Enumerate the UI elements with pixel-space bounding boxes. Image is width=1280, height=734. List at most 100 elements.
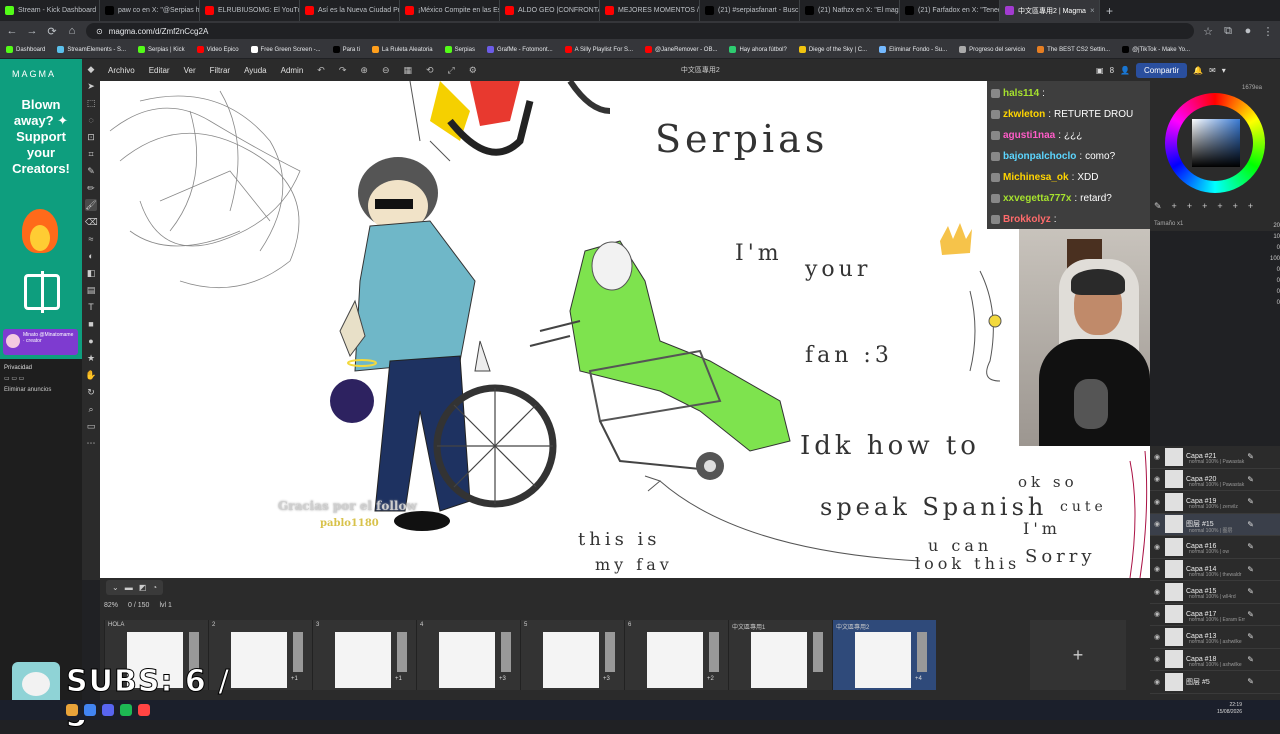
bookmark-item[interactable]: Para ti bbox=[332, 46, 360, 53]
brush-tool-icon[interactable]: 🖌 bbox=[85, 199, 97, 211]
browser-tab[interactable]: ¡México Compite en las Es× bbox=[400, 0, 500, 21]
layer-row[interactable]: ◉ Capa #13 normal 100% | ashwilke ✎ bbox=[1150, 626, 1280, 649]
bookmark-item[interactable]: Free Green Screen -... bbox=[250, 46, 321, 53]
forward-icon[interactable]: → bbox=[26, 25, 38, 37]
browser-tab[interactable]: Así es la Nueva Ciudad Pr× bbox=[300, 0, 400, 21]
layer-row[interactable]: ◉ Capa #20 normal 100% | Pawastak ✎ bbox=[1150, 469, 1280, 491]
crop-tool-icon[interactable]: ⌗ bbox=[85, 148, 97, 160]
browser-tab[interactable]: MEJORES MOMENTOS /8/× bbox=[600, 0, 700, 21]
grid-icon[interactable]: ▦ bbox=[403, 65, 412, 76]
page-thumbnail[interactable]: 中文區專用1 bbox=[728, 620, 832, 690]
profile-icon[interactable]: ● bbox=[1242, 25, 1254, 37]
zoom-in-icon[interactable]: ⊕ bbox=[360, 65, 368, 76]
ad-banner[interactable]: MAGMA Blown away? ✦ Support your Creator… bbox=[0, 59, 82, 359]
fill-tool-icon[interactable]: ◧ bbox=[85, 267, 97, 279]
chat-bubble-icon[interactable]: ▬ bbox=[125, 583, 133, 592]
settings-icon[interactable]: ⚙ bbox=[469, 65, 477, 76]
layer-row[interactable]: ◉ Capa #18 normal 100% | ashwilke ✎ bbox=[1150, 649, 1280, 671]
shape-tool-icon[interactable]: ■ bbox=[85, 318, 97, 330]
visibility-eye-icon[interactable]: ◉ bbox=[1154, 453, 1162, 461]
bookmark-item[interactable]: The BEST CS2 Settin... bbox=[1037, 46, 1110, 53]
menu-archivo[interactable]: Archivo bbox=[108, 66, 135, 75]
visibility-eye-icon[interactable]: ◉ bbox=[1154, 543, 1162, 551]
url-field[interactable]: ⊙ magma.com/d/Zmf2nCcg2A bbox=[86, 23, 1194, 39]
hand-tool-icon[interactable]: ✋ bbox=[85, 369, 97, 381]
browser-tab[interactable]: (21) Farfadox en X: "Tened× bbox=[900, 0, 1000, 21]
hex-value[interactable]: 1679ea bbox=[1242, 85, 1262, 91]
browser-tab[interactable]: ELRUBIUSOMG: El YouTub× bbox=[200, 0, 300, 21]
smudge-tool-icon[interactable]: ≈ bbox=[85, 233, 97, 245]
remove-ads-link[interactable]: Eliminar anuncios bbox=[4, 387, 51, 393]
creator-card[interactable]: Minato @Minatomame · creator bbox=[3, 329, 78, 355]
menu-admin[interactable]: Admin bbox=[281, 66, 304, 75]
layer-row[interactable]: ◉ Capa #19 normal 100% | zenvilz ✎ bbox=[1150, 491, 1280, 514]
eyedropper-icon[interactable]: ✎ bbox=[85, 165, 97, 177]
visibility-eye-icon[interactable]: ◉ bbox=[1154, 498, 1162, 506]
taskbar-chrome-icon[interactable] bbox=[84, 704, 96, 716]
visibility-eye-icon[interactable]: ◉ bbox=[1154, 655, 1162, 663]
page-thumbnail[interactable]: 4 +3 bbox=[416, 620, 520, 690]
zoom-tool-icon[interactable]: ⌕ bbox=[85, 403, 97, 415]
circle-tool-icon[interactable]: ● bbox=[85, 335, 97, 347]
share-button[interactable]: Compartir bbox=[1135, 62, 1188, 78]
taskbar-discord-icon[interactable] bbox=[102, 704, 114, 716]
home-icon[interactable]: ⌂ bbox=[66, 25, 78, 37]
more-tools-icon[interactable]: ⋯ bbox=[85, 437, 97, 449]
browser-tab[interactable]: Stream - Kick Dashboard× bbox=[0, 0, 100, 21]
visibility-eye-icon[interactable]: ◉ bbox=[1154, 633, 1162, 641]
brush-preset-icon[interactable]: ✎ bbox=[1154, 201, 1162, 212]
animation-icon[interactable]: ◩ bbox=[139, 583, 147, 592]
bookmark-item[interactable]: GrafMe - Fotomont... bbox=[486, 46, 553, 53]
add-icon[interactable]: + bbox=[1202, 201, 1207, 212]
zoom-out-icon[interactable]: ⊖ bbox=[382, 65, 390, 76]
magma-menu-icon[interactable]: ◆ bbox=[85, 63, 97, 75]
layer-row[interactable]: ◉ Capa #21 normal 100% | Pawastak ✎ bbox=[1150, 446, 1280, 469]
bookmark-item[interactable]: @jTikTok - Make Yo... bbox=[1122, 46, 1190, 53]
bookmark-item[interactable]: Serpias bbox=[444, 46, 475, 53]
new-tab-icon[interactable]: + bbox=[1100, 4, 1119, 18]
visibility-eye-icon[interactable]: ◉ bbox=[1154, 520, 1162, 528]
comment-tool-icon[interactable]: ▭ bbox=[85, 420, 97, 432]
undo-icon[interactable]: ↶ bbox=[317, 65, 325, 76]
users-icon[interactable]: 👤 bbox=[1120, 66, 1130, 75]
eraser-tool-icon[interactable]: ⌫ bbox=[85, 216, 98, 228]
layer-row[interactable]: ◉ 图层 #5 ✎ bbox=[1150, 671, 1280, 694]
chevron-down-icon[interactable]: ⌄ bbox=[112, 583, 119, 592]
bookmark-item[interactable]: A Silly Playlist For S... bbox=[564, 46, 633, 53]
redo-icon[interactable]: ↷ bbox=[339, 65, 347, 76]
bookmark-item[interactable]: Serpias | Kick bbox=[138, 46, 185, 53]
layer-row[interactable]: ◉ Capa #14 normal 100% | thewaldr ✎ bbox=[1150, 559, 1280, 581]
browser-tab[interactable]: (21) #serpiasfanart - Busc× bbox=[700, 0, 800, 21]
bookmark-item[interactable]: StreamElements - S... bbox=[57, 46, 126, 53]
page-thumbnail[interactable]: 6 +2 bbox=[624, 620, 728, 690]
page-thumbnail[interactable]: 5 +3 bbox=[520, 620, 624, 690]
add-page-button[interactable]: + bbox=[1030, 620, 1126, 690]
bookmark-item[interactable]: Hay ahora fútbol? bbox=[729, 46, 787, 53]
layer-row[interactable]: ◉ 图层 #15 normal 100% | 图层 ✎ bbox=[1150, 513, 1280, 536]
page-thumbnail[interactable]: 中文區專用2 +4 bbox=[832, 620, 936, 690]
bookmark-item[interactable]: Diege of the Sky | C... bbox=[798, 46, 867, 53]
bookmark-item[interactable]: Dashboard bbox=[6, 46, 45, 53]
privacy-label[interactable]: Privacidad bbox=[4, 365, 32, 371]
back-icon[interactable]: ← bbox=[6, 25, 18, 37]
menu-ayuda[interactable]: Ayuda bbox=[244, 66, 267, 75]
browser-tab[interactable]: ALDO GEO |CONFRONTA× bbox=[500, 0, 600, 21]
site-info-icon[interactable]: ⊙ bbox=[96, 27, 103, 36]
avatars-icon[interactable]: ▣ bbox=[1096, 66, 1104, 75]
layer-row[interactable]: ◉ Capa #15 normal 100% | wll4rd ✎ bbox=[1150, 581, 1280, 604]
bookmark-item[interactable]: La Ruleta Aleatoria bbox=[371, 46, 433, 53]
page-thumbnail[interactable]: 3 +1 bbox=[312, 620, 416, 690]
layer-row[interactable]: ◉ Capa #16 normal 100% | ow ✎ bbox=[1150, 536, 1280, 559]
color-square[interactable] bbox=[1192, 119, 1240, 167]
menu-editar[interactable]: Editar bbox=[149, 66, 170, 75]
close-icon[interactable]: × bbox=[1090, 6, 1095, 15]
add-icon[interactable]: + bbox=[1217, 201, 1222, 212]
taskbar-spotify-icon[interactable] bbox=[120, 704, 132, 716]
bookmark-star-icon[interactable]: ☆ bbox=[1202, 25, 1214, 38]
visibility-eye-icon[interactable]: ◉ bbox=[1154, 475, 1162, 483]
layer-row[interactable]: ◉ Capa #17 normal 100% | Esram Err ✎ bbox=[1150, 604, 1280, 626]
gradient-tool-icon[interactable]: ▤ bbox=[85, 284, 97, 296]
select-tool-icon[interactable]: ⬚ bbox=[85, 97, 97, 109]
rotate-tool-icon[interactable]: ↻ bbox=[85, 386, 97, 398]
add-icon[interactable]: + bbox=[1248, 201, 1253, 212]
